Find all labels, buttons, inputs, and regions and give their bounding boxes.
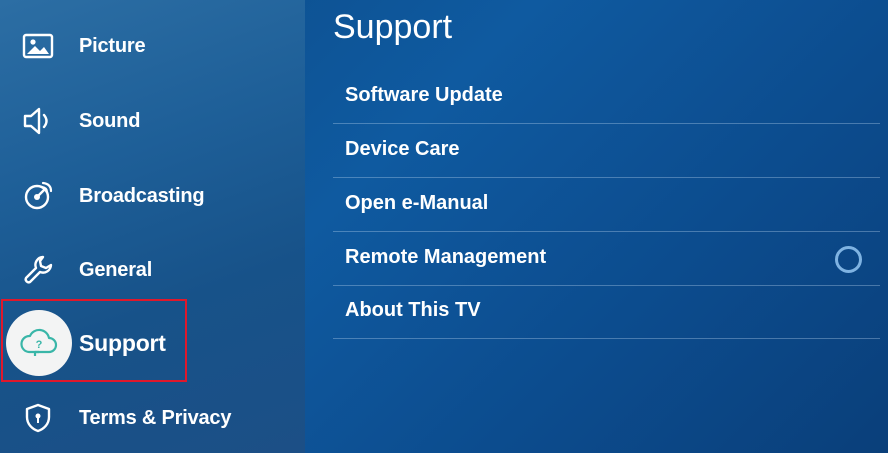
sidebar-item-label: Sound (79, 109, 141, 132)
menu-item-label: Software Update (345, 84, 503, 106)
menu-item-remote-management[interactable]: Remote Management (333, 232, 880, 286)
menu-item-label: Remote Management (345, 246, 547, 268)
sidebar-item-label: Terms & Privacy (79, 406, 232, 429)
tv-settings-screen: Picture Sound Broadcasting General ? Sup… (0, 0, 888, 453)
sidebar-item-general[interactable]: General (0, 240, 305, 300)
sidebar-item-broadcasting[interactable]: Broadcasting (0, 166, 305, 226)
picture-icon (20, 28, 56, 64)
sidebar-item-label: Broadcasting (79, 184, 205, 207)
page-title: Support (333, 8, 453, 46)
sidebar-item-picture[interactable]: Picture (0, 16, 305, 76)
menu-item-label: About This TV (345, 299, 481, 321)
menu-item-label: Open e-Manual (345, 192, 489, 214)
settings-sidebar: Picture Sound Broadcasting General ? Sup… (0, 0, 305, 453)
selection-highlight-box (1, 299, 187, 382)
menu-item-label: Device Care (345, 138, 460, 160)
shield-icon (20, 400, 56, 436)
sidebar-item-terms-privacy[interactable]: Terms & Privacy (0, 388, 305, 448)
speaker-icon (20, 103, 56, 139)
satellite-icon (20, 178, 56, 214)
menu-item-about-this-tv[interactable]: About This TV (333, 285, 880, 339)
wrench-icon (20, 252, 56, 288)
sidebar-item-sound[interactable]: Sound (0, 91, 305, 151)
menu-item-device-care[interactable]: Device Care (333, 124, 880, 178)
remote-management-radio[interactable] (835, 246, 862, 273)
sidebar-item-label: General (79, 258, 153, 281)
menu-item-open-e-manual[interactable]: Open e-Manual (333, 178, 880, 232)
menu-item-software-update[interactable]: Software Update (333, 70, 880, 124)
sidebar-item-label: Picture (79, 34, 146, 57)
